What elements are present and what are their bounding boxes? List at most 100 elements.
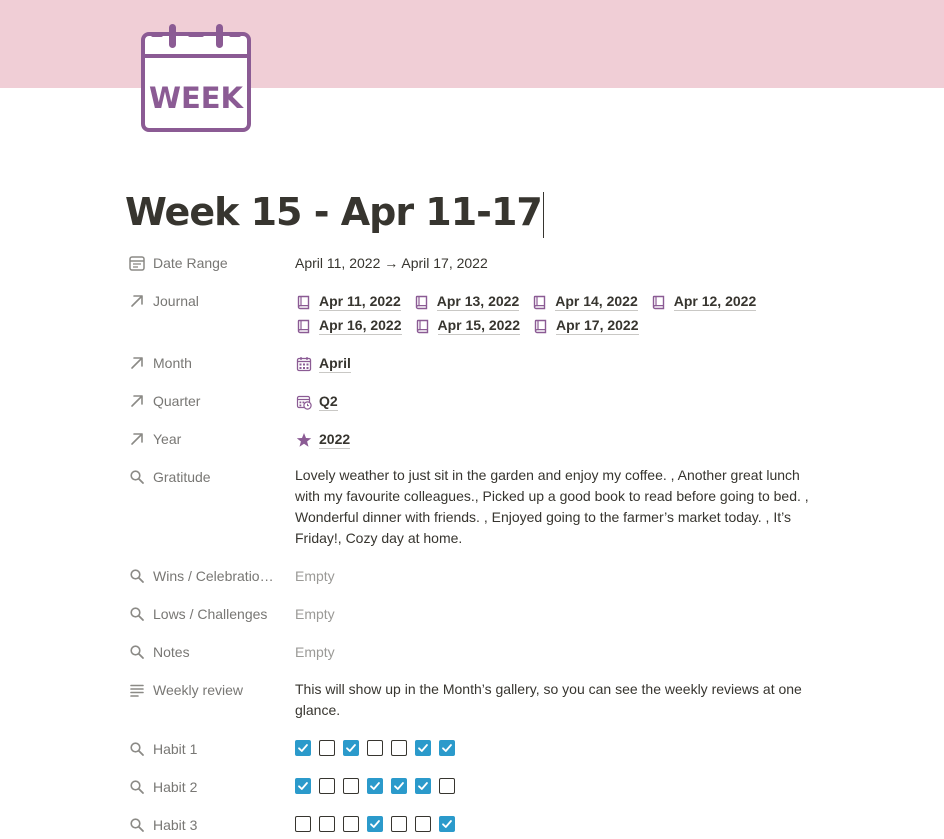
habit-2-value: [295, 775, 825, 794]
property-name-journal[interactable]: Journal: [126, 289, 286, 313]
property-label: Notes: [153, 644, 190, 660]
property-label: Journal: [153, 293, 199, 309]
month-value[interactable]: April: [295, 353, 825, 378]
journal-entry-chip[interactable]: Apr 16, 2022: [295, 315, 402, 336]
habit-checkbox-row: [295, 775, 825, 794]
relation-arrow-icon: [126, 290, 148, 312]
relation-chip[interactable]: 2022: [295, 429, 351, 450]
page-title-text[interactable]: Week 15 - Apr 11-17: [125, 190, 543, 234]
journal-entry-chip[interactable]: Apr 12, 2022: [650, 291, 757, 312]
checkbox-checked[interactable]: [415, 740, 431, 756]
property-name-habit-3[interactable]: Habit 3: [126, 813, 286, 837]
wins-value[interactable]: Empty: [295, 566, 825, 587]
checkbox-unchecked[interactable]: [439, 778, 455, 794]
year-value[interactable]: 2022: [295, 429, 825, 454]
relation-arrow-icon: [126, 428, 148, 450]
checkmark-icon: [418, 782, 428, 790]
calendar-clock-icon: [295, 393, 313, 411]
property-name-wins[interactable]: Wins / Celebratio…: [126, 564, 286, 588]
notes-value[interactable]: Empty: [295, 642, 825, 663]
calendar-icon-text: WEEK: [149, 81, 245, 115]
calendar-week-icon[interactable]: WEEK: [138, 20, 254, 136]
property-name-habit-2[interactable]: Habit 2: [126, 775, 286, 799]
checkbox-unchecked[interactable]: [391, 816, 407, 832]
property-label: Month: [153, 355, 192, 371]
property-label: Habit 2: [153, 779, 198, 795]
journal-entry-chip[interactable]: Apr 14, 2022: [531, 291, 638, 312]
habit-checkbox-row: [295, 813, 825, 832]
journal-relation-list: Apr 11, 2022 Apr 13, 2022 Apr 14, 2022 Apr …: [295, 291, 805, 336]
rollup-search-icon: [126, 641, 148, 663]
checkbox-checked[interactable]: [295, 740, 311, 756]
checkbox-unchecked[interactable]: [319, 816, 335, 832]
journal-entry-label: Apr 15, 2022: [437, 316, 520, 335]
relation-arrow-icon: [126, 390, 148, 412]
relation-chip[interactable]: Q2: [295, 391, 338, 412]
rollup-search-icon: [126, 776, 148, 798]
checkmark-icon: [418, 744, 428, 752]
checkbox-checked[interactable]: [295, 778, 311, 794]
gratitude-value[interactable]: Lovely weather to just sit in the garden…: [295, 465, 825, 549]
checkbox-checked[interactable]: [439, 740, 455, 756]
rollup-search-icon: [126, 565, 148, 587]
date-range-value[interactable]: April 11, 2022 → April 17, 2022: [295, 253, 825, 274]
property-name-lows[interactable]: Lows / Challenges: [126, 602, 286, 626]
property-label: Year: [153, 431, 182, 447]
property-label: Habit 1: [153, 741, 198, 757]
page-title[interactable]: Week 15 - Apr 11-17: [125, 186, 544, 238]
relation-arrow-icon: [126, 352, 148, 374]
checkbox-checked[interactable]: [343, 740, 359, 756]
property-label: Weekly review: [153, 682, 243, 698]
relation-label: Q2: [319, 392, 338, 411]
book-icon: [531, 293, 549, 311]
checkbox-unchecked[interactable]: [415, 816, 431, 832]
journal-value[interactable]: Apr 11, 2022 Apr 13, 2022 Apr 14, 2022 Apr …: [295, 291, 825, 336]
property-name-gratitude[interactable]: Gratitude: [126, 465, 286, 489]
checkbox-checked[interactable]: [439, 816, 455, 832]
checkbox-unchecked[interactable]: [295, 816, 311, 832]
relation-chip[interactable]: April: [295, 353, 351, 374]
checkmark-icon: [298, 744, 308, 752]
book-icon: [295, 293, 313, 311]
calendar-grid-icon: [295, 355, 313, 373]
property-name-habit-1[interactable]: Habit 1: [126, 737, 286, 761]
property-name-year[interactable]: Year: [126, 427, 286, 451]
property-label: Lows / Challenges: [153, 606, 268, 622]
checkbox-unchecked[interactable]: [319, 778, 335, 794]
journal-entry-label: Apr 11, 2022: [319, 292, 401, 311]
property-label: Date Range: [153, 255, 228, 271]
property-name-notes[interactable]: Notes: [126, 640, 286, 664]
checkbox-unchecked[interactable]: [343, 778, 359, 794]
journal-entry-label: Apr 16, 2022: [319, 316, 402, 335]
property-name-weekly-review[interactable]: Weekly review: [126, 678, 286, 702]
calendar-icon: [126, 252, 148, 274]
property-name-month[interactable]: Month: [126, 351, 286, 375]
journal-entry-chip[interactable]: Apr 11, 2022: [295, 291, 401, 312]
checkbox-unchecked[interactable]: [391, 740, 407, 756]
book-icon: [414, 317, 432, 335]
journal-entry-label: Apr 17, 2022: [556, 316, 639, 335]
property-name-quarter[interactable]: Quarter: [126, 389, 286, 413]
journal-entry-chip[interactable]: Apr 17, 2022: [532, 315, 639, 336]
journal-entry-chip[interactable]: Apr 15, 2022: [414, 315, 520, 336]
book-icon: [532, 317, 550, 335]
checkbox-checked[interactable]: [415, 778, 431, 794]
checkbox-checked[interactable]: [367, 778, 383, 794]
checkbox-checked[interactable]: [367, 816, 383, 832]
checkbox-checked[interactable]: [391, 778, 407, 794]
journal-entry-label: Apr 13, 2022: [436, 292, 520, 311]
property-label: Habit 3: [153, 817, 198, 833]
checkbox-unchecked[interactable]: [319, 740, 335, 756]
quarter-value[interactable]: Q2: [295, 391, 825, 416]
journal-entry-chip[interactable]: Apr 13, 2022: [413, 291, 520, 312]
rollup-search-icon: [126, 738, 148, 760]
lows-value[interactable]: Empty: [295, 604, 825, 625]
relation-label: 2022: [319, 430, 351, 449]
property-name-date-range[interactable]: Date Range: [126, 251, 286, 275]
rollup-search-icon: [126, 603, 148, 625]
checkbox-unchecked[interactable]: [367, 740, 383, 756]
weekly-review-value[interactable]: This will show up in the Month’s gallery…: [295, 679, 825, 721]
checkbox-unchecked[interactable]: [343, 816, 359, 832]
property-label: Gratitude: [153, 469, 211, 485]
journal-entry-label: Apr 14, 2022: [555, 292, 638, 311]
